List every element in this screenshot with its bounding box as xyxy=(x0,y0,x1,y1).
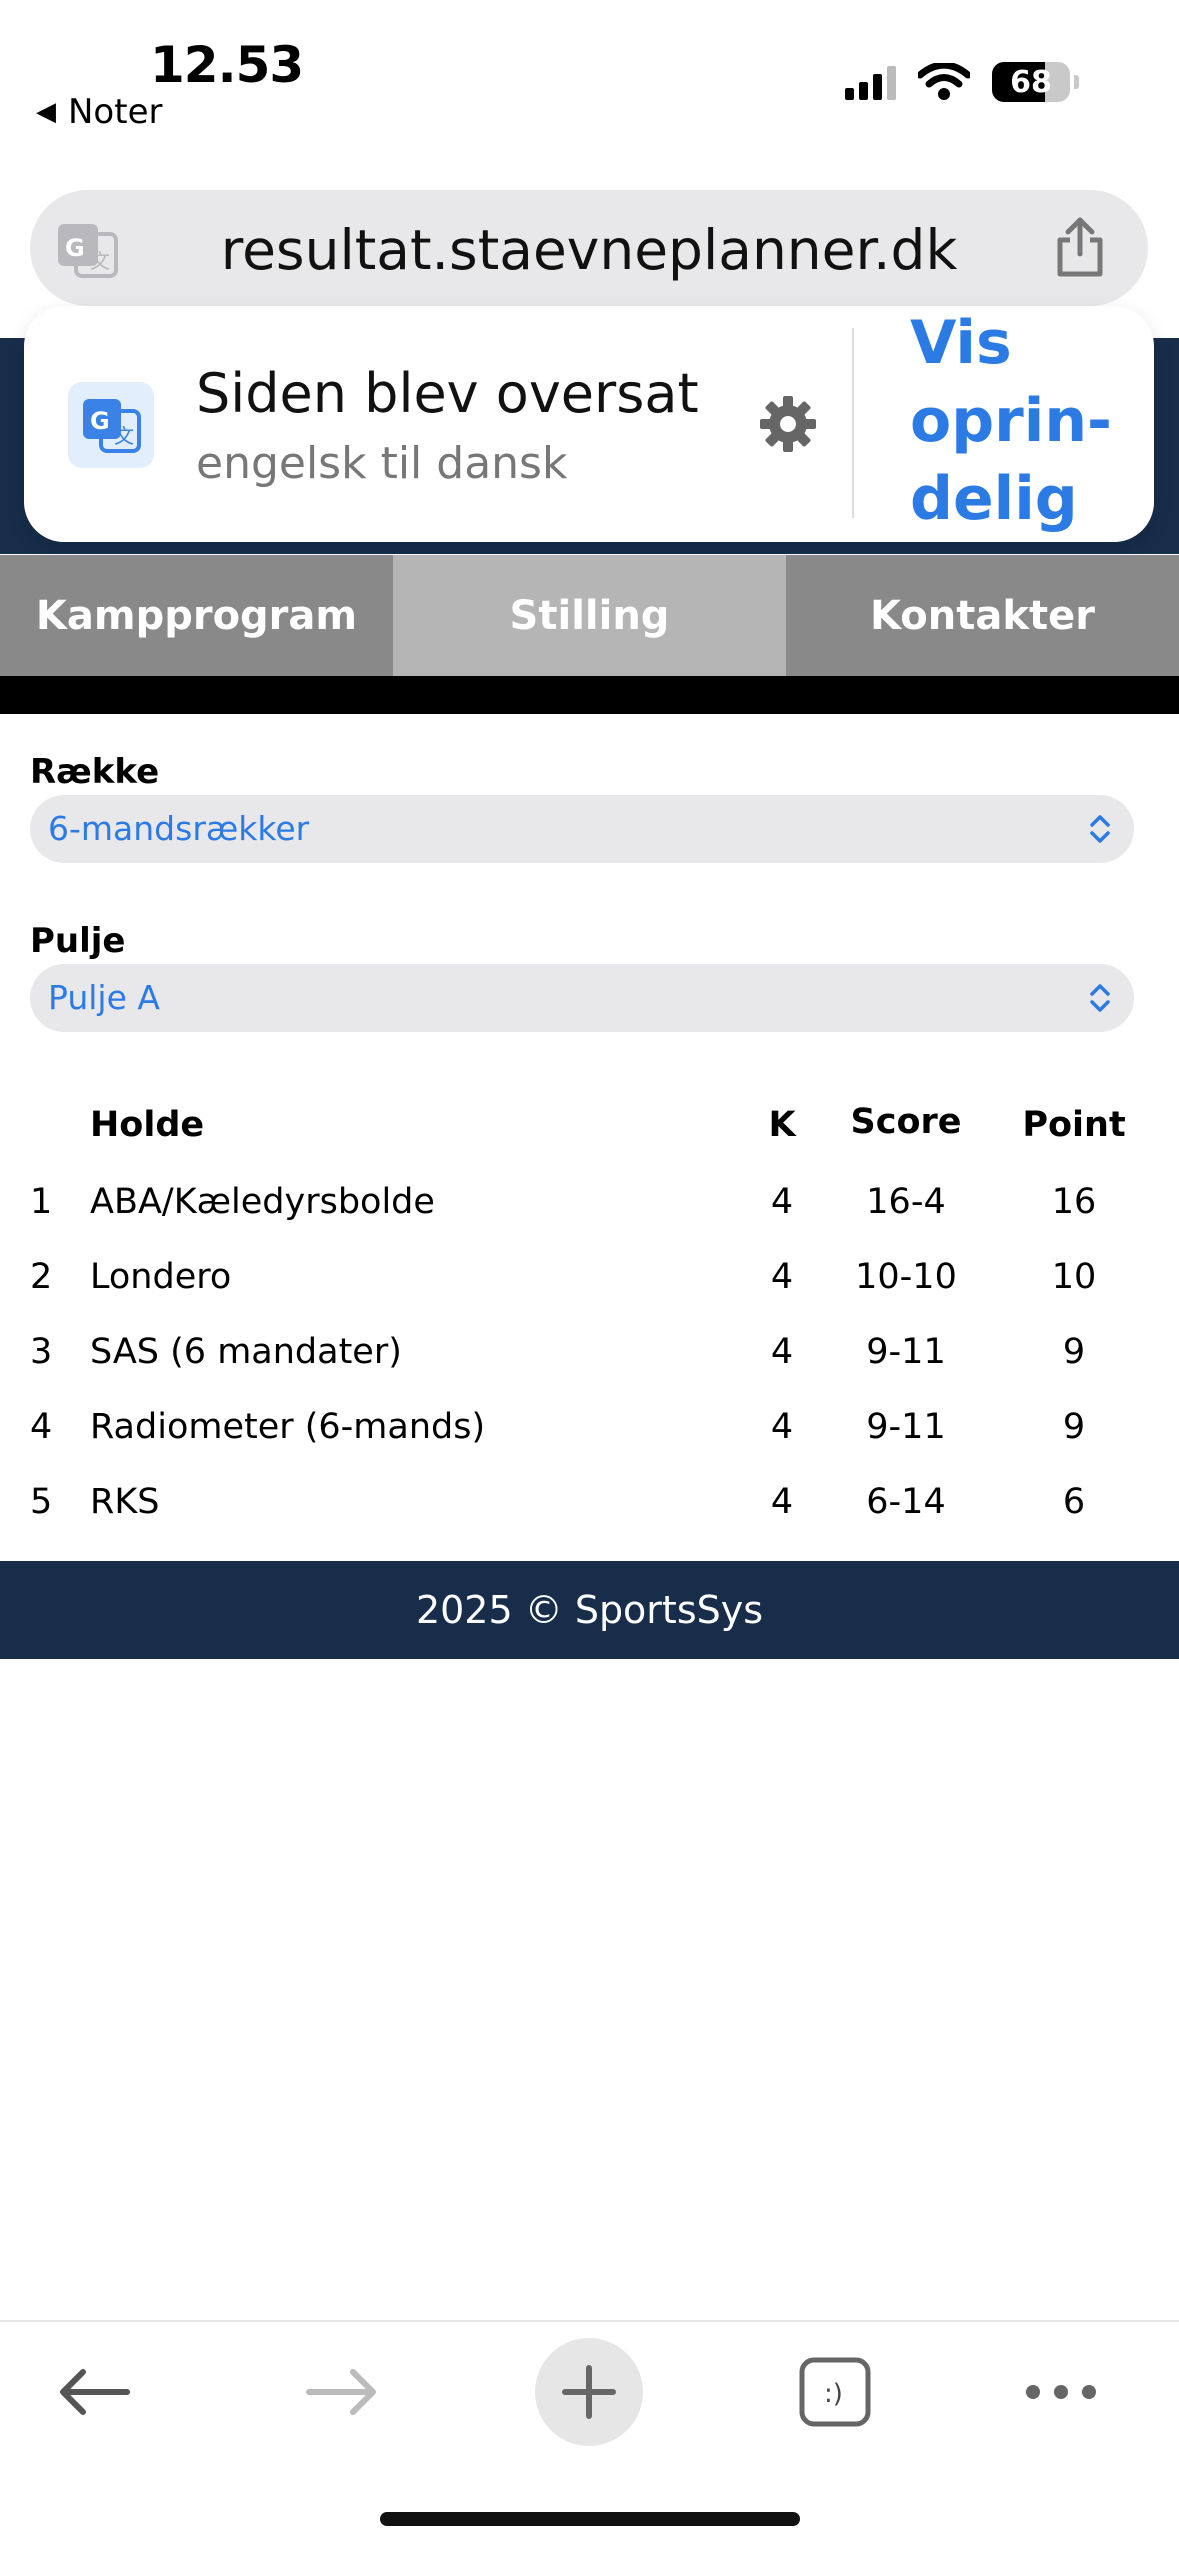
popup-title: Siden blev oversat xyxy=(196,362,699,425)
point-cell: 9 xyxy=(1062,1332,1086,1372)
forward-arrow-icon xyxy=(306,2369,376,2415)
popup-divider xyxy=(852,328,854,518)
site-tabs: Kampprogram Stilling Kontakter xyxy=(0,555,1179,676)
translation-popup: G 文 Siden blev oversat engelsk til dansk… xyxy=(24,306,1154,542)
tabs-icon: :) xyxy=(799,2357,871,2427)
header-team: Holde xyxy=(90,1105,205,1145)
popup-subtitle: engelsk til dansk xyxy=(196,438,568,489)
point-cell: 6 xyxy=(1062,1482,1086,1522)
team-cell: SAS (6 mandater) xyxy=(90,1332,402,1372)
chevron-updown-icon xyxy=(1090,984,1110,1012)
row-label: Række xyxy=(30,752,160,792)
show-original-line-3: delig xyxy=(910,464,1078,534)
tab-stilling[interactable]: Stilling xyxy=(393,555,786,676)
status-indicators: 68 xyxy=(845,62,1079,102)
show-original-button[interactable]: Vis oprin- delig xyxy=(910,304,1112,538)
show-original-line-1: Vis xyxy=(910,308,1012,378)
point-cell: 16 xyxy=(1051,1182,1097,1222)
team-cell: Londero xyxy=(90,1257,232,1297)
plus-icon xyxy=(562,2365,616,2419)
signal-icon xyxy=(845,64,896,100)
team-cell: ABA/Kæledyrsbolde xyxy=(90,1182,435,1222)
pool-select-value: Pulje A xyxy=(48,978,160,1017)
score-cell: 9-11 xyxy=(866,1332,946,1372)
score-cell: 9-11 xyxy=(866,1407,946,1447)
back-arrow-icon xyxy=(60,2369,130,2415)
header-point: Point xyxy=(1022,1105,1126,1145)
share-icon[interactable] xyxy=(1052,216,1108,278)
battery-tip xyxy=(1074,75,1079,89)
k-cell: 4 xyxy=(770,1257,794,1297)
score-cell: 16-4 xyxy=(866,1182,946,1222)
chevron-updown-icon xyxy=(1090,815,1110,843)
rank-cell: 2 xyxy=(30,1257,53,1297)
tabs-button[interactable]: :) xyxy=(775,2332,895,2452)
tabs-icon-text: :) xyxy=(824,2379,843,2409)
gear-icon[interactable] xyxy=(758,394,818,454)
back-button[interactable] xyxy=(34,2332,154,2452)
k-cell: 4 xyxy=(770,1332,794,1372)
row-select[interactable]: 6-mandsrækker xyxy=(30,795,1134,863)
score-cell: 6-14 xyxy=(866,1482,946,1522)
new-tab-button[interactable] xyxy=(529,2332,649,2452)
pool-select[interactable]: Pulje A xyxy=(30,964,1134,1032)
divider-bar xyxy=(0,676,1179,714)
k-cell: 4 xyxy=(770,1482,794,1522)
svg-text:G: G xyxy=(90,407,110,435)
back-triangle-icon: ◀ xyxy=(36,97,56,127)
k-cell: 4 xyxy=(770,1182,794,1222)
battery-icon: 68 xyxy=(992,62,1070,102)
team-cell: RKS xyxy=(90,1482,160,1522)
more-icon xyxy=(1026,2385,1096,2399)
site-footer: 2025 © SportsSys xyxy=(0,1561,1179,1659)
battery-percentage: 68 xyxy=(1010,64,1052,100)
row-select-value: 6-mandsrækker xyxy=(48,809,310,848)
tab-kontakter[interactable]: Kontakter xyxy=(786,555,1179,676)
rank-cell: 3 xyxy=(30,1332,53,1372)
forward-button[interactable] xyxy=(282,2332,402,2452)
k-cell: 4 xyxy=(770,1407,794,1447)
point-cell: 10 xyxy=(1051,1257,1097,1297)
address-bar[interactable]: G 文 resultat.staevneplanner.dk xyxy=(30,190,1148,306)
translate-icon: G 文 xyxy=(68,382,154,468)
url-text: resultat.staevneplanner.dk xyxy=(220,218,958,282)
plus-circle xyxy=(535,2338,643,2446)
status-time: 12.53 xyxy=(150,36,304,94)
wifi-icon xyxy=(918,63,970,100)
score-cell: 10-10 xyxy=(855,1257,957,1297)
footer-text: 2025 © SportsSys xyxy=(415,1588,764,1632)
tab-kampprogram[interactable]: Kampprogram xyxy=(0,555,393,676)
back-app-label: Noter xyxy=(68,92,163,132)
rank-cell: 4 xyxy=(30,1407,53,1447)
header-k: K xyxy=(768,1105,796,1145)
svg-text:文: 文 xyxy=(114,424,134,448)
header-score: Score xyxy=(850,1102,962,1142)
point-cell: 9 xyxy=(1062,1407,1086,1447)
back-to-app-link[interactable]: ◀ Noter xyxy=(36,92,162,132)
rank-cell: 1 xyxy=(30,1182,53,1222)
rank-cell: 5 xyxy=(30,1482,53,1522)
home-indicator xyxy=(380,2512,800,2526)
more-button[interactable] xyxy=(1001,2332,1121,2452)
team-cell: Radiometer (6-mands) xyxy=(90,1407,486,1447)
browser-toolbar: :) xyxy=(0,2322,1179,2456)
pool-label: Pulje xyxy=(30,921,126,961)
show-original-line-2: oprin- xyxy=(910,386,1112,456)
